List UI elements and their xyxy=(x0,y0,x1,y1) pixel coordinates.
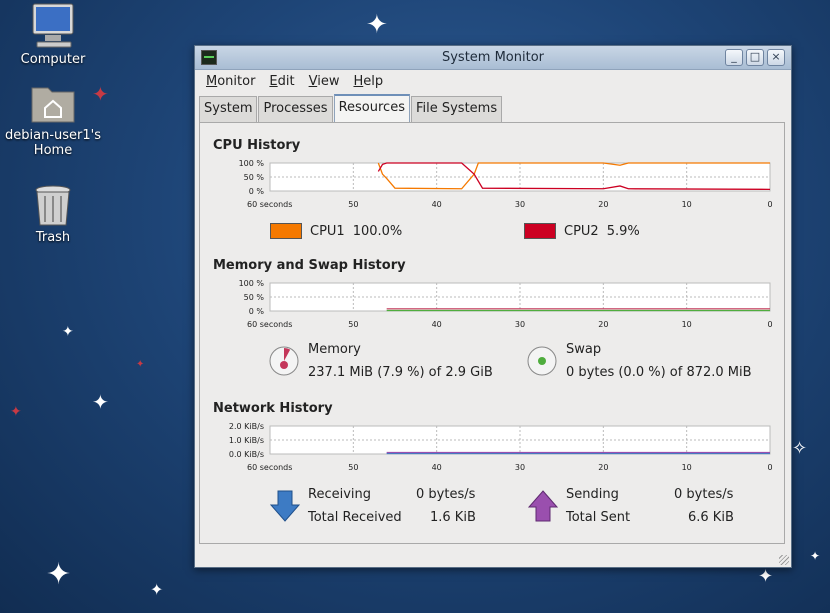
cpu1-legend: CPU1 100.0% xyxy=(270,223,402,239)
memory-x-tick: 60 seconds xyxy=(247,320,292,329)
sending-value: 0 bytes/s xyxy=(674,487,734,502)
swap-value: 0 bytes (0.0 %) of 872.0 MiB xyxy=(566,365,752,380)
memory-label: Memory xyxy=(308,342,361,357)
cpu-y-tick: 100 % xyxy=(239,159,265,168)
memory-y-tick: 100 % xyxy=(239,279,265,288)
memory-value: 237.1 MiB (7.9 %) of 2.9 GiB xyxy=(308,365,493,380)
resources-panel: 100 % 50 % 0 % 60 seconds 50 40 30 20 10 0 100 % 50… xyxy=(199,122,785,544)
star-decoration: ✦ xyxy=(46,557,72,592)
cpu1-color-swatch[interactable] xyxy=(270,223,302,239)
total-received-value: 1.6 KiB xyxy=(430,510,476,525)
swap-label: Swap xyxy=(566,342,602,357)
total-sent-label: Total Sent xyxy=(566,510,631,525)
window-title: System Monitor xyxy=(441,50,545,65)
minimize-button[interactable]: _ xyxy=(725,49,743,66)
history-graphs: 100 %50 %0 %60 seconds 50 40 30 20 10 0100 %50… xyxy=(229,159,773,472)
cpu-x-tick: 20 xyxy=(598,200,608,209)
cpu-x-tick: 30 xyxy=(515,200,525,209)
receiving-value: 0 bytes/s xyxy=(416,487,476,502)
network-y-tick: 0.0 KiB/s xyxy=(229,450,264,459)
cpu2-color-swatch[interactable] xyxy=(524,223,556,239)
system-monitor-window: System Monitor _ □ × Monitor Edit View H… xyxy=(194,45,792,568)
cpu2-value: 5.9% xyxy=(606,223,640,239)
memory-history-title: Memory and Swap History xyxy=(213,258,406,273)
network-x-tick: 30 xyxy=(515,463,525,472)
star-decoration: ✦ xyxy=(62,324,74,340)
memory-x-tick: 30 xyxy=(515,320,525,329)
star-decoration: ✦ xyxy=(810,549,821,563)
memory-pie-icon[interactable] xyxy=(268,345,300,377)
memory-x-tick: 40 xyxy=(432,320,442,329)
desktop-icon-trash[interactable]: Trash xyxy=(3,184,103,245)
star-decoration: ✦ xyxy=(150,580,164,599)
tab-processes[interactable]: Processes xyxy=(258,96,333,122)
star-decoration: ✦ xyxy=(10,404,22,420)
star-decoration: ✧ xyxy=(792,438,808,459)
desktop-icon-label: debian-user1's xyxy=(5,128,101,143)
memory-x-tick: 50 xyxy=(348,320,358,329)
total-received-label: Total Received xyxy=(308,510,402,525)
cpu-y-tick: 0 % xyxy=(249,187,265,196)
memory-y-tick: 50 % xyxy=(244,293,265,302)
memory-x-tick: 20 xyxy=(598,320,608,329)
resize-grip[interactable] xyxy=(779,555,789,565)
menubar: Monitor Edit View Help xyxy=(195,70,791,93)
star-decoration: ✦ xyxy=(758,566,774,587)
trash-icon xyxy=(35,185,71,226)
star-decoration: ✦ xyxy=(136,359,145,370)
cpu-history-title: CPU History xyxy=(213,138,301,153)
star-decoration: ✦ xyxy=(92,390,109,414)
desktop-icon-computer[interactable]: Computer xyxy=(3,2,103,67)
sending-arrow-icon[interactable] xyxy=(528,489,558,523)
sending-label: Sending xyxy=(566,487,619,502)
cpu2-legend: CPU2 5.9% xyxy=(524,223,640,239)
total-sent-value: 6.6 KiB xyxy=(688,510,734,525)
network-y-tick: 2.0 KiB/s xyxy=(229,422,264,431)
desktop-icon-label: Computer xyxy=(20,52,86,67)
network-history-title: Network History xyxy=(213,401,333,416)
network-x-tick: 60 seconds xyxy=(247,463,292,472)
cpu-x-tick: 10 xyxy=(682,200,692,209)
statusbar xyxy=(195,549,791,567)
receiving-label: Receiving xyxy=(308,487,372,502)
menu-monitor[interactable]: Monitor xyxy=(201,72,260,91)
cpu2-label: CPU2 xyxy=(564,223,599,239)
computer-icon xyxy=(32,3,74,48)
cpu1-value: 100.0% xyxy=(352,223,403,239)
receiving-arrow-icon[interactable] xyxy=(270,489,300,523)
swap-pie-icon[interactable] xyxy=(526,345,558,377)
system-monitor-app-icon xyxy=(201,50,217,65)
cpu-x-tick: 40 xyxy=(432,200,442,209)
home-folder-icon xyxy=(31,87,75,123)
tab-system[interactable]: System xyxy=(199,96,258,122)
cpu-x-tick: 60 seconds xyxy=(247,200,292,209)
network-x-tick: 20 xyxy=(598,463,608,472)
star-decoration: ✦ xyxy=(366,10,388,40)
window-titlebar[interactable]: System Monitor _ □ × xyxy=(195,46,791,70)
memory-x-tick: 10 xyxy=(682,320,692,329)
cpu1-label: CPU1 xyxy=(310,223,345,239)
desktop-icon-label: Trash xyxy=(35,230,71,245)
cpu-y-tick: 50 % xyxy=(244,173,265,182)
menu-view[interactable]: View xyxy=(304,72,345,91)
tab-file-systems[interactable]: File Systems xyxy=(410,96,503,122)
tab-bar: System Processes Resources File Systems xyxy=(199,94,503,125)
network-x-tick: 50 xyxy=(348,463,358,472)
maximize-button[interactable]: □ xyxy=(746,49,764,66)
network-x-tick: 40 xyxy=(432,463,442,472)
tab-resources[interactable]: Resources xyxy=(333,94,410,123)
cpu-x-tick: 50 xyxy=(348,200,358,209)
desktop-icon-home[interactable]: debian-user1's Home xyxy=(3,82,103,158)
menu-help[interactable]: Help xyxy=(348,72,388,91)
close-button[interactable]: × xyxy=(767,49,785,66)
memory-y-tick: 0 % xyxy=(249,307,265,316)
memory-x-tick: 0 xyxy=(767,320,772,329)
network-y-tick: 1.0 KiB/s xyxy=(229,436,264,445)
desktop-icon-label: Home xyxy=(33,143,73,158)
cpu-x-tick: 0 xyxy=(767,200,772,209)
menu-edit[interactable]: Edit xyxy=(264,72,299,91)
network-x-tick: 10 xyxy=(682,463,692,472)
network-x-tick: 0 xyxy=(767,463,772,472)
